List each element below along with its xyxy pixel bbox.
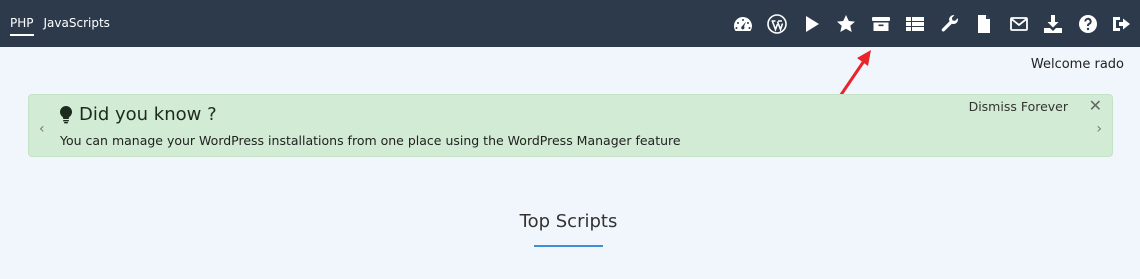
star-icon[interactable] <box>835 13 857 35</box>
wrench-icon[interactable] <box>939 13 961 35</box>
archive-icon[interactable] <box>870 13 892 35</box>
wordpress-icon[interactable] <box>766 13 788 35</box>
help-icon[interactable] <box>1077 13 1099 35</box>
logout-icon[interactable] <box>1111 13 1133 35</box>
notice-title: Did you know ? <box>59 104 217 125</box>
dashboard-icon[interactable] <box>732 13 754 35</box>
mail-icon[interactable] <box>1008 13 1030 35</box>
notice-title-text: Did you know ? <box>79 104 217 125</box>
lightbulb-icon <box>60 105 72 123</box>
did-you-know-notice: ‹ Did you know ? You can manage your Wor… <box>28 94 1113 157</box>
welcome-message: Welcome rado <box>1030 57 1124 72</box>
file-icon[interactable] <box>973 13 995 35</box>
notice-message: You can manage your WordPress installati… <box>60 133 681 148</box>
heading-underline <box>534 245 603 247</box>
tab-php[interactable]: PHP <box>10 0 34 36</box>
download-icon[interactable] <box>1042 13 1064 35</box>
next-tip-button[interactable]: › <box>1096 121 1102 137</box>
previous-tip-button[interactable]: ‹ <box>39 121 45 137</box>
script-type-tabs: PHP JavaScripts <box>10 0 120 47</box>
tab-javascripts[interactable]: JavaScripts <box>44 0 110 36</box>
list-icon[interactable] <box>904 13 926 35</box>
play-icon[interactable] <box>801 13 823 35</box>
top-navbar: PHP JavaScripts <box>0 0 1140 47</box>
top-scripts-heading: Top Scripts <box>519 211 618 232</box>
dismiss-forever-link[interactable]: Dismiss Forever <box>969 99 1068 114</box>
close-icon[interactable]: ✕ <box>1089 96 1102 115</box>
